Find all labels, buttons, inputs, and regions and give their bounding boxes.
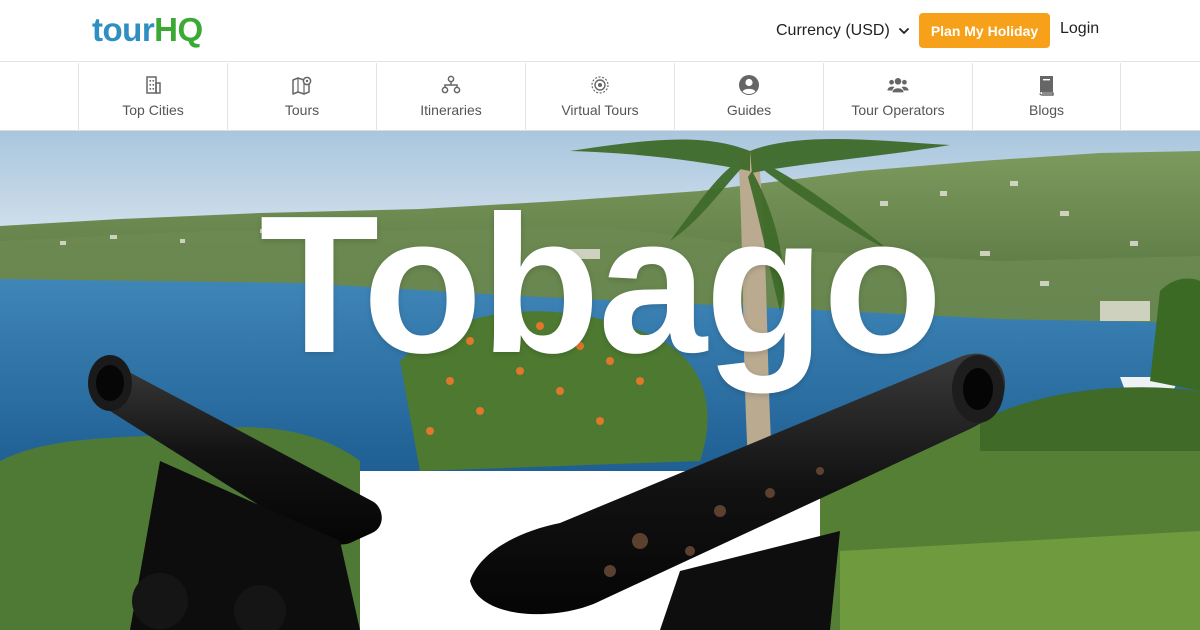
nav-label-guides: Guides: [726, 102, 772, 118]
nav-label-tours: Tours: [284, 102, 320, 118]
nav-item-tours[interactable]: Tours: [227, 63, 376, 131]
book-icon: [1036, 74, 1058, 96]
plan-my-holiday-button[interactable]: Plan My Holiday: [919, 13, 1050, 48]
currency-label: Currency (USD): [776, 22, 890, 39]
logo-text-to: to: [92, 11, 123, 48]
vr-icon: [589, 74, 611, 96]
logo-text-hq: HQ: [154, 11, 203, 48]
site-header: to ur HQ Currency (USD) Plan My Holiday …: [0, 0, 1200, 62]
main-nav: Top Cities Tours Itineraries Virtual Tou…: [0, 63, 1200, 131]
nav-label-blogs: Blogs: [1028, 102, 1065, 118]
logo-text-ur: ur: [122, 11, 155, 48]
nav-label-tour-operators: Tour Operators: [851, 102, 945, 118]
nav-item-blogs[interactable]: Blogs: [972, 63, 1121, 131]
nav-item-virtual-tours[interactable]: Virtual Tours: [525, 63, 674, 131]
nav-label-itineraries: Itineraries: [420, 102, 482, 118]
nav-item-tour-operators[interactable]: Tour Operators: [823, 63, 972, 131]
login-link[interactable]: Login: [1060, 20, 1099, 42]
nav-items: Top Cities Tours Itineraries Virtual Tou…: [78, 63, 1121, 131]
nav-label-virtual-tours: Virtual Tours: [561, 102, 639, 118]
nav-item-top-cities[interactable]: Top Cities: [78, 63, 227, 131]
tourhq-logo[interactable]: to ur HQ: [92, 10, 203, 50]
hero-banner: Tobago: [0, 131, 1200, 630]
nav-item-itineraries[interactable]: Itineraries: [376, 63, 525, 131]
users-icon: [887, 74, 909, 96]
building-icon: [142, 74, 164, 96]
currency-selector[interactable]: Currency (USD): [776, 19, 910, 43]
nav-label-top-cities: Top Cities: [122, 102, 184, 118]
nav-item-guides[interactable]: Guides: [674, 63, 823, 131]
sitemap-icon: [440, 74, 462, 96]
map-pin-icon: [291, 74, 313, 96]
hero-title: Tobago: [259, 175, 942, 394]
user-circle-icon: [738, 74, 760, 96]
chevron-down-icon: [898, 28, 909, 34]
